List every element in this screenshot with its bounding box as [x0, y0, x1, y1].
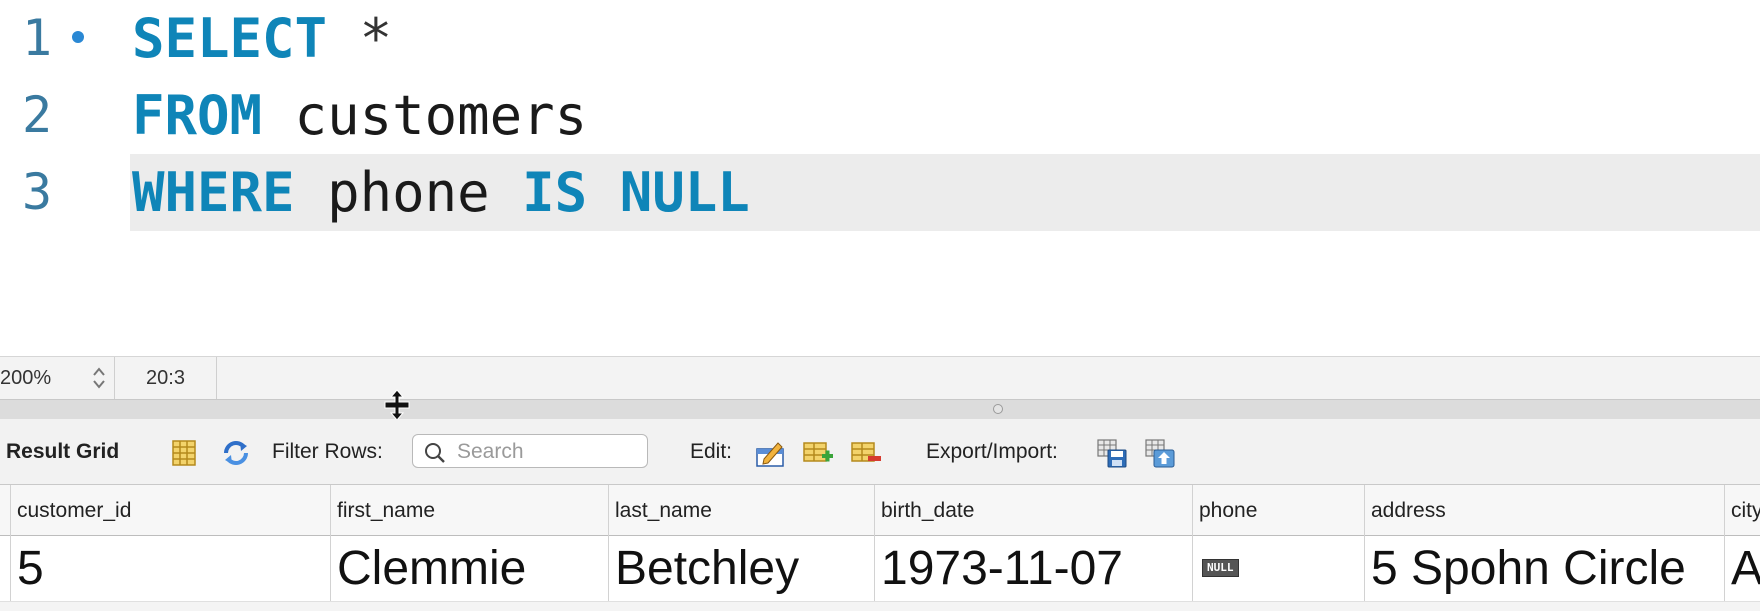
code-text: FROM customers [132, 77, 587, 154]
code-text: WHERE phone IS NULL [132, 154, 750, 231]
export-icon[interactable] [1096, 437, 1128, 469]
edit-cell-icon[interactable] [754, 437, 786, 469]
sql-keyword: SELECT [132, 7, 328, 70]
line-number: 3 [22, 163, 53, 221]
column-header-customer-id[interactable]: customer_id [10, 485, 330, 536]
cell-city[interactable]: A [1724, 536, 1760, 601]
filter-search-field[interactable] [412, 434, 648, 468]
stepper-arrows-icon[interactable] [90, 365, 108, 391]
sql-keyword: IS [522, 161, 588, 224]
column-header-phone[interactable]: phone [1192, 485, 1364, 536]
delete-row-icon[interactable] [850, 437, 882, 469]
zoom-value: 200% [0, 367, 52, 389]
cursor-position: 20:3 [115, 357, 217, 400]
panel-splitter[interactable] [0, 399, 1760, 419]
column-header-birth-date[interactable]: birth_date [874, 485, 1192, 536]
grid-header-row: customer_id first_name last_name birth_d… [0, 485, 1760, 536]
cell-phone[interactable]: NULL [1192, 536, 1364, 601]
form-view-icon[interactable] [168, 437, 200, 469]
refresh-icon[interactable] [220, 437, 252, 469]
null-badge: NULL [1202, 559, 1239, 578]
sql-token: customers [262, 84, 588, 147]
statement-marker-icon [72, 31, 84, 43]
line-number: 2 [22, 86, 53, 144]
resize-cursor-icon [384, 389, 410, 421]
column-header-address[interactable]: address [1364, 485, 1724, 536]
cell-first-name[interactable]: Clemmie [330, 536, 608, 601]
filter-rows-label: Filter Rows: [272, 440, 383, 463]
column-header-city[interactable]: city [1724, 485, 1760, 536]
splitter-handle[interactable] [993, 404, 1003, 414]
code-text: SELECT * [132, 0, 392, 77]
editor-status-bar: 200% 20:3 [0, 356, 1760, 400]
search-icon [425, 443, 445, 463]
code-line-1[interactable]: 1 SELECT * [0, 0, 1760, 77]
result-grid-tab[interactable]: Result Grid [6, 419, 119, 485]
search-input[interactable] [455, 437, 644, 467]
zoom-select[interactable]: 200% [0, 357, 115, 400]
cell-address[interactable]: 5 Spohn Circle [1364, 536, 1724, 601]
add-row-icon[interactable] [802, 437, 834, 469]
table-row[interactable]: 5 Clemmie Betchley 1973-11-07 NULL 5 Spo… [0, 536, 1760, 601]
sql-keyword: NULL [619, 161, 750, 224]
code-line-3[interactable]: 3 WHERE phone IS NULL [0, 154, 1760, 231]
result-toolbar: Result Grid Filter Rows: Edit: [0, 419, 1760, 485]
code-line-2[interactable]: 2 FROM customers [0, 77, 1760, 154]
import-icon[interactable] [1144, 437, 1176, 469]
sql-token: phone [294, 161, 523, 224]
column-header-last-name[interactable]: last_name [608, 485, 874, 536]
cell-customer-id[interactable]: 5 [10, 536, 330, 601]
sql-editor[interactable]: 1 SELECT * 2 FROM customers 3 WHERE phon… [0, 0, 1760, 356]
export-import-label: Export/Import: [926, 440, 1058, 463]
result-grid[interactable]: customer_id first_name last_name birth_d… [0, 485, 1760, 611]
line-number: 1 [22, 9, 53, 67]
edit-label: Edit: [690, 440, 733, 463]
cell-last-name[interactable]: Betchley [608, 536, 874, 601]
cell-birth-date[interactable]: 1973-11-07 [874, 536, 1192, 601]
sql-keyword: FROM [132, 84, 263, 147]
column-header-first-name[interactable]: first_name [330, 485, 608, 536]
sql-keyword: WHERE [132, 161, 295, 224]
sql-token: * [359, 7, 393, 70]
